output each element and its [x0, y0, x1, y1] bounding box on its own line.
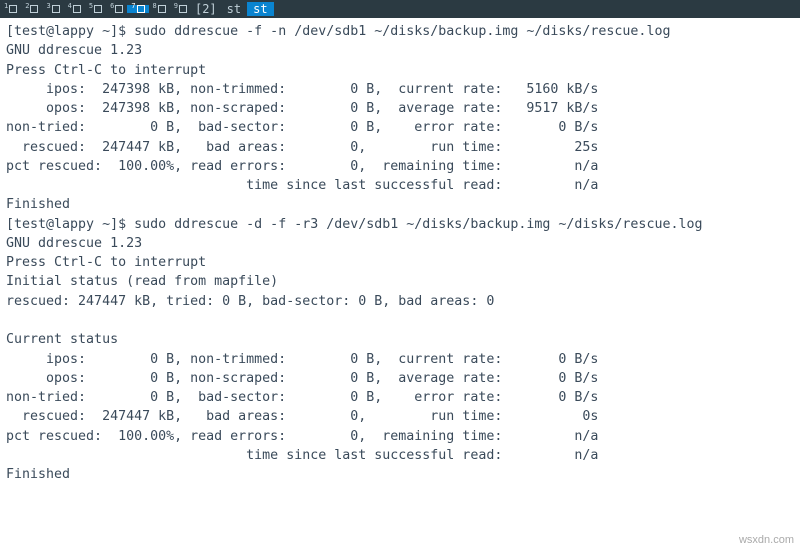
output-line: pct rescued: 100.00%, read errors: 0, re…: [6, 429, 598, 444]
watermark: wsxdn.com: [739, 534, 794, 546]
output-line: opos: 0 B, non-scraped: 0 B, average rat…: [6, 371, 598, 386]
workspace-5[interactable]: 5: [85, 5, 106, 13]
output-line: rescued: 247447 kB, bad areas: 0, run ti…: [6, 409, 598, 424]
output-line: pct rescued: 100.00%, read errors: 0, re…: [6, 159, 598, 174]
output-line: Press Ctrl-C to interrupt: [6, 255, 206, 270]
output-line: ipos: 0 B, non-trimmed: 0 B, current rat…: [6, 352, 598, 367]
output-line: Finished: [6, 197, 70, 212]
output-line: opos: 247398 kB, non-scraped: 0 B, avera…: [6, 101, 598, 116]
output-line: time since last successful read: n/a: [6, 448, 598, 463]
output-line: Initial status (read from mapfile): [6, 274, 278, 289]
workspace-4[interactable]: 4: [64, 5, 85, 13]
output-line: rescued: 247447 kB, tried: 0 B, bad-sect…: [6, 294, 494, 309]
output-line: Current status: [6, 332, 118, 347]
command-1: sudo ddrescue -f -n /dev/sdb1 ~/disks/ba…: [134, 24, 670, 39]
output-line: time since last successful read: n/a: [6, 178, 598, 193]
output-line: GNU ddrescue 1.23: [6, 43, 142, 58]
command-2: sudo ddrescue -d -f -r3 /dev/sdb1 ~/disk…: [134, 217, 702, 232]
output-line: rescued: 247447 kB, bad areas: 0, run ti…: [6, 140, 598, 155]
terminal-output[interactable]: [test@lappy ~]$ sudo ddrescue -f -n /dev…: [0, 18, 800, 488]
shell-prompt: [test@lappy ~]$: [6, 217, 134, 232]
workspace-9[interactable]: 9: [170, 5, 191, 13]
app-tab-st-1[interactable]: st: [221, 2, 247, 16]
output-line: non-tried: 0 B, bad-sector: 0 B, error r…: [6, 120, 598, 135]
shell-prompt: [test@lappy ~]$: [6, 24, 134, 39]
workspace-2[interactable]: 2: [21, 5, 42, 13]
workspace-8[interactable]: 8: [149, 5, 170, 13]
layout-indicator: [2]: [191, 2, 221, 16]
app-tab-st-2[interactable]: st: [247, 2, 273, 16]
window-tabbar: 1 2 3 4 5 6 7 8 9 [2] st st: [0, 0, 800, 18]
output-line: GNU ddrescue 1.23: [6, 236, 142, 251]
workspace-7[interactable]: 7: [127, 5, 148, 13]
workspace-1[interactable]: 1: [0, 5, 21, 13]
output-line: Press Ctrl-C to interrupt: [6, 63, 206, 78]
output-line: Finished: [6, 467, 70, 482]
output-line: ipos: 247398 kB, non-trimmed: 0 B, curre…: [6, 82, 598, 97]
output-line: non-tried: 0 B, bad-sector: 0 B, error r…: [6, 390, 598, 405]
workspace-6[interactable]: 6: [106, 5, 127, 13]
workspace-3[interactable]: 3: [42, 5, 63, 13]
